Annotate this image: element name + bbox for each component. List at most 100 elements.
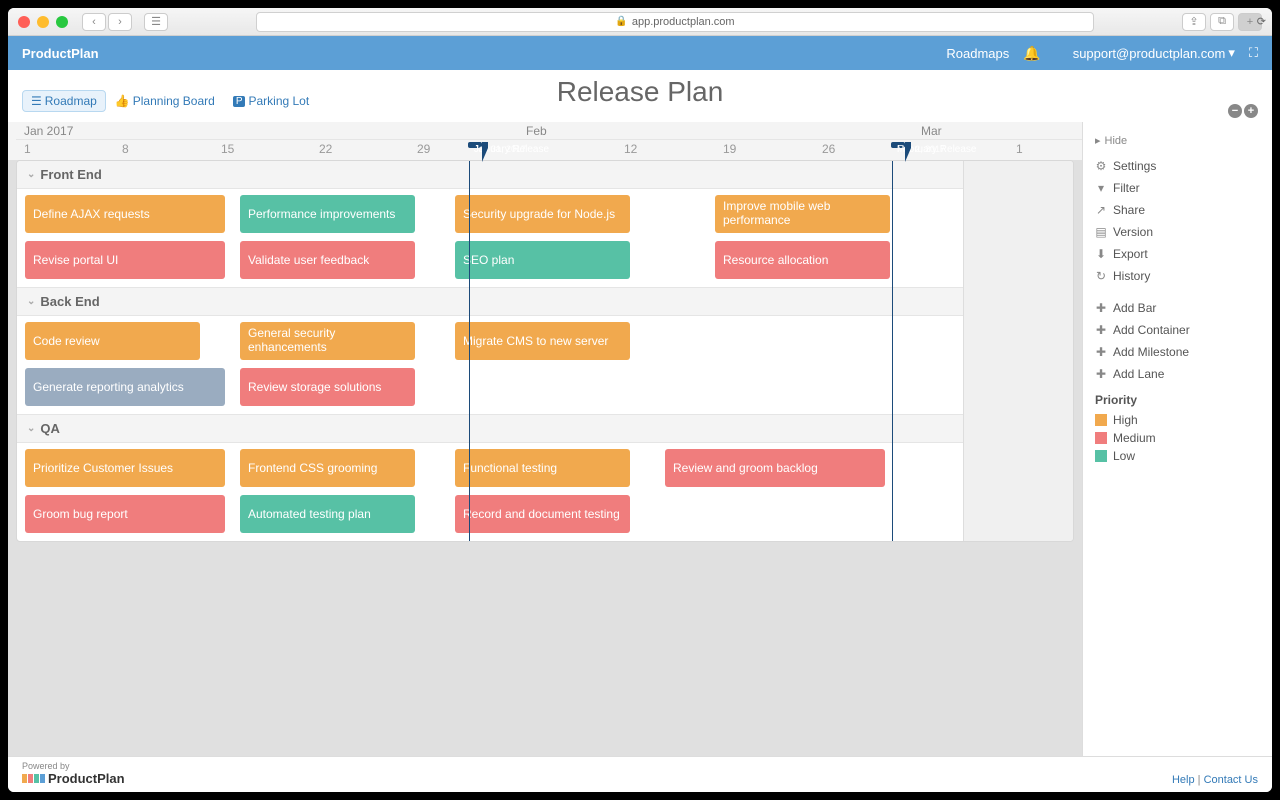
timeline-header: Jan 2017 Feb Mar 1 8 15 22 29 12 19 26 1 bbox=[8, 122, 1082, 160]
maximize-window-icon[interactable] bbox=[56, 16, 68, 28]
tab-roadmap[interactable]: ☰ Roadmap bbox=[22, 90, 106, 112]
minimize-window-icon[interactable] bbox=[37, 16, 49, 28]
hide-sidebar-button[interactable]: ▸ Hide bbox=[1083, 132, 1272, 155]
tab-parking-lot[interactable]: P Parking Lot bbox=[224, 90, 318, 112]
address-bar[interactable]: 🔒 app.productplan.com ⟳ bbox=[256, 12, 1094, 32]
chevron-down-icon: ⌄ bbox=[27, 296, 35, 307]
roadmaps-link[interactable]: Roadmaps bbox=[946, 46, 1009, 61]
milestone-february-release[interactable]: February Release Mar 2, 2017 bbox=[891, 142, 905, 148]
version-icon: ▤ bbox=[1095, 225, 1107, 239]
help-link[interactable]: Help bbox=[1172, 774, 1195, 786]
roadmap-bar[interactable]: SEO plan bbox=[455, 241, 630, 279]
milestone-january-release[interactable]: January Release Jan 31, 2017 bbox=[468, 142, 482, 148]
sidebar-add-milestone[interactable]: ✚Add Milestone bbox=[1083, 341, 1272, 363]
lane-body: Define AJAX requests Performance improvem… bbox=[17, 189, 1073, 287]
month-label: Feb bbox=[526, 124, 547, 138]
page-title: Release Plan bbox=[557, 76, 724, 108]
bar-row: Generate reporting analytics Review stora… bbox=[17, 368, 1073, 408]
plus-icon: ✚ bbox=[1095, 323, 1107, 337]
roadmap-bar[interactable]: General security enhancements bbox=[240, 322, 415, 360]
lock-icon: 🔒 bbox=[615, 16, 627, 27]
filter-icon: ▾ bbox=[1095, 181, 1107, 195]
sidebar-toggle-button[interactable]: ☰ bbox=[144, 13, 168, 31]
contact-link[interactable]: Contact Us bbox=[1204, 774, 1258, 786]
roadmap-bar[interactable]: Prioritize Customer Issues bbox=[25, 449, 225, 487]
lane-header[interactable]: ⌄Front End bbox=[17, 161, 1073, 189]
sidebar-share[interactable]: ↗Share bbox=[1083, 199, 1272, 221]
roadmap-bar[interactable]: Define AJAX requests bbox=[25, 195, 225, 233]
tabs-button[interactable]: ⧉ bbox=[1210, 13, 1234, 31]
roadmap-bar[interactable]: Resource allocation bbox=[715, 241, 890, 279]
lane-header[interactable]: ⌄QA bbox=[17, 415, 1073, 443]
footer: Powered by ProductPlan Help | Contact Us bbox=[8, 756, 1272, 792]
sidebar-history[interactable]: ↻History bbox=[1083, 265, 1272, 287]
zoom-in-button[interactable]: + bbox=[1244, 104, 1258, 118]
plus-icon: ✚ bbox=[1095, 301, 1107, 315]
lane-body: Prioritize Customer Issues Frontend CSS g… bbox=[17, 443, 1073, 541]
month-label: Mar bbox=[921, 124, 942, 138]
logo-icon bbox=[22, 774, 45, 783]
reload-icon[interactable]: ⟳ bbox=[1257, 15, 1266, 28]
roadmap-bar[interactable]: Review and groom backlog bbox=[665, 449, 885, 487]
roadmap-bar[interactable]: Automated testing plan bbox=[240, 495, 415, 533]
roadmap-bar[interactable]: Security upgrade for Node.js bbox=[455, 195, 630, 233]
lane: ⌄Back End Code review General security enh… bbox=[17, 288, 1073, 415]
bar-row: Revise portal UI Validate user feedback SE… bbox=[17, 241, 1073, 281]
roadmap-bar[interactable]: Review storage solutions bbox=[240, 368, 415, 406]
plus-icon: ✚ bbox=[1095, 367, 1107, 381]
user-menu[interactable]: support@productplan.com ▾ bbox=[1073, 45, 1235, 61]
roadmap-bar[interactable]: Validate user feedback bbox=[240, 241, 415, 279]
fullscreen-icon[interactable]: ⛶ bbox=[1249, 45, 1258, 61]
lanes-container: ⌄Front End Define AJAX requests Performanc… bbox=[16, 160, 1074, 542]
swatch-high bbox=[1095, 414, 1107, 426]
tab-planning-board[interactable]: 👍 Planning Board bbox=[106, 90, 224, 112]
sidebar-export[interactable]: ⬇Export bbox=[1083, 243, 1272, 265]
swatch-medium bbox=[1095, 432, 1107, 444]
bar-row: Define AJAX requests Performance improvem… bbox=[17, 195, 1073, 235]
macos-titlebar: ‹ › ☰ 🔒 app.productplan.com ⟳ ⇪ ⧉ + bbox=[8, 8, 1272, 36]
app-brand[interactable]: ProductPlan bbox=[22, 46, 99, 61]
sidebar-add-bar[interactable]: ✚Add Bar bbox=[1083, 297, 1272, 319]
lane-header[interactable]: ⌄Back End bbox=[17, 288, 1073, 316]
month-label: Jan 2017 bbox=[24, 124, 73, 138]
sidebar-settings[interactable]: ⚙Settings bbox=[1083, 155, 1272, 177]
lane: ⌄Front End Define AJAX requests Performanc… bbox=[17, 161, 1073, 288]
bar-row: Prioritize Customer Issues Frontend CSS g… bbox=[17, 449, 1073, 489]
zoom-out-button[interactable]: − bbox=[1228, 104, 1242, 118]
plus-icon: ✚ bbox=[1095, 345, 1107, 359]
footer-brand: ProductPlan bbox=[48, 772, 125, 786]
swatch-low bbox=[1095, 450, 1107, 462]
sidebar-filter[interactable]: ▾Filter bbox=[1083, 177, 1272, 199]
chevron-down-icon: ⌄ bbox=[27, 423, 35, 434]
roadmap-bar[interactable]: Migrate CMS to new server bbox=[455, 322, 630, 360]
notifications-icon[interactable]: 🔔 bbox=[1023, 45, 1040, 62]
history-icon: ↻ bbox=[1095, 269, 1107, 283]
roadmap-bar[interactable]: Groom bug report bbox=[25, 495, 225, 533]
roadmap-bar[interactable]: Improve mobile web performance bbox=[715, 195, 890, 233]
sidebar-add-container[interactable]: ✚Add Container bbox=[1083, 319, 1272, 341]
roadmap-bar[interactable]: Performance improvements bbox=[240, 195, 415, 233]
url-text: app.productplan.com bbox=[632, 16, 735, 28]
share-icon: ↗ bbox=[1095, 203, 1107, 217]
priority-low: Low bbox=[1083, 447, 1272, 465]
back-button[interactable]: ‹ bbox=[82, 13, 106, 31]
share-button[interactable]: ⇪ bbox=[1182, 13, 1206, 31]
roadmap-bar[interactable]: Revise portal UI bbox=[25, 241, 225, 279]
lane-body: Code review General security enhancements… bbox=[17, 316, 1073, 414]
close-window-icon[interactable] bbox=[18, 16, 30, 28]
sidebar-version[interactable]: ▤Version bbox=[1083, 221, 1272, 243]
roadmap-bar[interactable]: Code review bbox=[25, 322, 200, 360]
right-sidebar: ▸ Hide ⚙Settings ▾Filter ↗Share ▤Version… bbox=[1082, 122, 1272, 756]
forward-button[interactable]: › bbox=[108, 13, 132, 31]
roadmap-bar[interactable]: Frontend CSS grooming bbox=[240, 449, 415, 487]
milestone-line bbox=[892, 161, 893, 541]
roadmap-bar[interactable]: Generate reporting analytics bbox=[25, 368, 225, 406]
view-tabs-row: ☰ Roadmap 👍 Planning Board P Parking Lot… bbox=[8, 70, 1272, 122]
roadmap-bar[interactable]: Functional testing bbox=[455, 449, 630, 487]
priority-heading: Priority bbox=[1083, 385, 1272, 411]
chevron-down-icon: ▾ bbox=[1228, 45, 1235, 61]
roadmap-bar[interactable]: Record and document testing bbox=[455, 495, 630, 533]
app-header: ProductPlan Roadmaps 🔔 support@productpl… bbox=[8, 36, 1272, 70]
sidebar-add-lane[interactable]: ✚Add Lane bbox=[1083, 363, 1272, 385]
roadmap-area: Jan 2017 Feb Mar 1 8 15 22 29 12 19 26 1 bbox=[8, 122, 1082, 756]
